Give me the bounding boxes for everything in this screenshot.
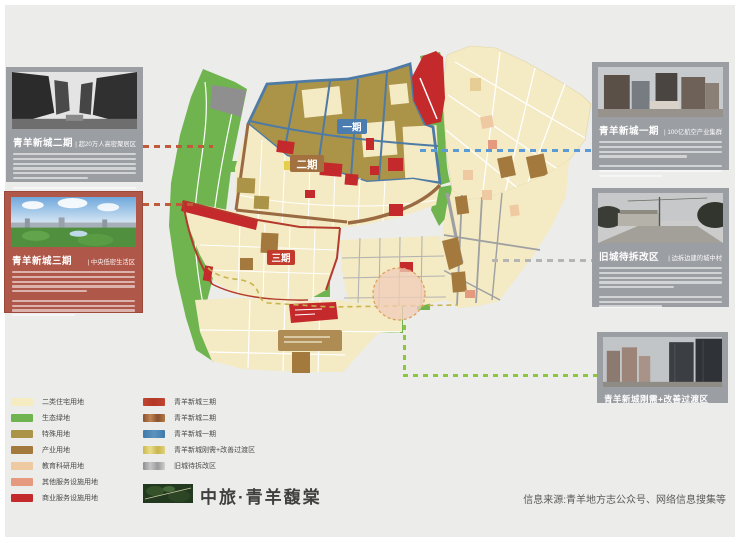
- legend-item-zone1: 青羊新城一期: [143, 429, 216, 439]
- legend-swatch-zone-transition: [143, 446, 165, 454]
- legend-item-green: 生态绿地: [11, 413, 70, 423]
- legend-item-zone3: 青羊新城三期: [143, 397, 216, 407]
- legend-item-commercial: 商业服务设施用地: [11, 493, 98, 503]
- legend-swatch-commercial: [11, 494, 33, 502]
- legend-item-industry: 产业用地: [11, 445, 70, 455]
- photo-phase1-offices: [598, 67, 723, 117]
- callout-oldtown-bodytext: [598, 267, 723, 308]
- legend-swatch-zone1: [143, 430, 165, 438]
- legend-swatch-otherservice: [11, 478, 33, 486]
- legend-item-zone-oldtown: 旧城待拆改区: [143, 461, 216, 471]
- legend-item-otherservice: 其他服务设施用地: [11, 477, 98, 487]
- callout-transition-title: 青羊新城刚需+改善过渡区: [604, 394, 709, 404]
- legend-swatch-special: [11, 430, 33, 438]
- badge-phase2-label: 二期: [297, 158, 318, 171]
- callout-phase3-bodytext: [11, 271, 136, 317]
- map-south-district: [195, 298, 402, 373]
- legend-item-zone-transition: 青羊新城刚需+改善过渡区: [143, 445, 255, 455]
- callout-oldtown: 旧城待拆改区 | 边拆边建的城中村: [592, 188, 729, 308]
- connector-transition-line-horizontal: [403, 374, 597, 377]
- zoning-map: 一期 二期 三期: [169, 45, 592, 373]
- logo-thumbnail: [143, 484, 193, 503]
- map-badge-phase3: 三期: [267, 250, 295, 265]
- callout-oldtown-title: 旧城待拆改区: [599, 252, 660, 263]
- legend-swatch-zone2: [143, 414, 165, 422]
- legend-swatch-education: [11, 462, 33, 470]
- map-northeast-district: [442, 45, 592, 201]
- connector-transition-line-vertical: [403, 325, 406, 377]
- photo-transition-towers: [603, 337, 722, 387]
- callout-phase2-subtitle: | 超20万人高密聚居区: [75, 141, 136, 148]
- photo-oldtown-street: [598, 193, 723, 243]
- callout-phase1-bodytext: [598, 141, 723, 177]
- callout-phase2: 青羊新城二期 | 超20万人高密聚居区: [6, 67, 143, 199]
- callout-phase1-title: 青羊新城一期: [599, 126, 660, 137]
- brand-logo-text: 中旅·青羊馥棠: [200, 488, 322, 507]
- legend-swatch-zone-oldtown: [143, 462, 165, 470]
- map-renovation-circle: [372, 267, 426, 321]
- legend-item-residential: 二类住宅用地: [11, 397, 84, 407]
- connector-phase2-line: [143, 145, 213, 148]
- legend-item-special: 特殊用地: [11, 429, 70, 439]
- map-badge-phase1: 一期: [337, 119, 367, 134]
- legend-swatch-residential: [11, 398, 33, 406]
- connector-oldtown-line: [492, 259, 592, 262]
- callout-oldtown-subtitle: | 边拆边建的城中村: [668, 255, 722, 262]
- legend-swatch-industry: [11, 446, 33, 454]
- callout-phase3: 青羊新城三期 | 中央低密生活区: [4, 191, 143, 317]
- legend-item-zone2: 青羊新城二期: [143, 413, 216, 423]
- callout-transition: 青羊新城刚需+改善过渡区: [597, 332, 728, 404]
- photo-phase3-park: [11, 197, 136, 247]
- map-badge-phase2: 二期: [290, 155, 324, 172]
- badge-phase3-label: 三期: [271, 253, 290, 265]
- source-note: 信息来源:青羊地方志公众号、网络信息搜集等: [523, 495, 726, 506]
- callout-phase3-subtitle: | 中央低密生活区: [87, 259, 135, 266]
- badge-phase1-label: 一期: [342, 122, 361, 134]
- callout-phase1-subtitle: | 100亿航空产业集群: [664, 129, 722, 136]
- legend-swatch-zone3: [143, 398, 165, 406]
- connector-phase3-line: [143, 203, 195, 206]
- legend-item-education: 教育科研用地: [11, 461, 84, 471]
- callout-phase1: 青羊新城一期 | 100亿航空产业集群: [592, 62, 729, 177]
- callout-phase2-title: 青羊新城二期: [13, 138, 74, 149]
- legend-swatch-green: [11, 414, 33, 422]
- photo-phase2-highrises: [12, 72, 137, 129]
- callout-phase3-title: 青羊新城三期: [12, 256, 73, 267]
- poster-canvas: 一期 二期 三期 青羊新城二期 | 超20万人高密聚居区 青羊新城三期 | 中央…: [0, 0, 740, 542]
- connector-phase1-line: [420, 149, 592, 152]
